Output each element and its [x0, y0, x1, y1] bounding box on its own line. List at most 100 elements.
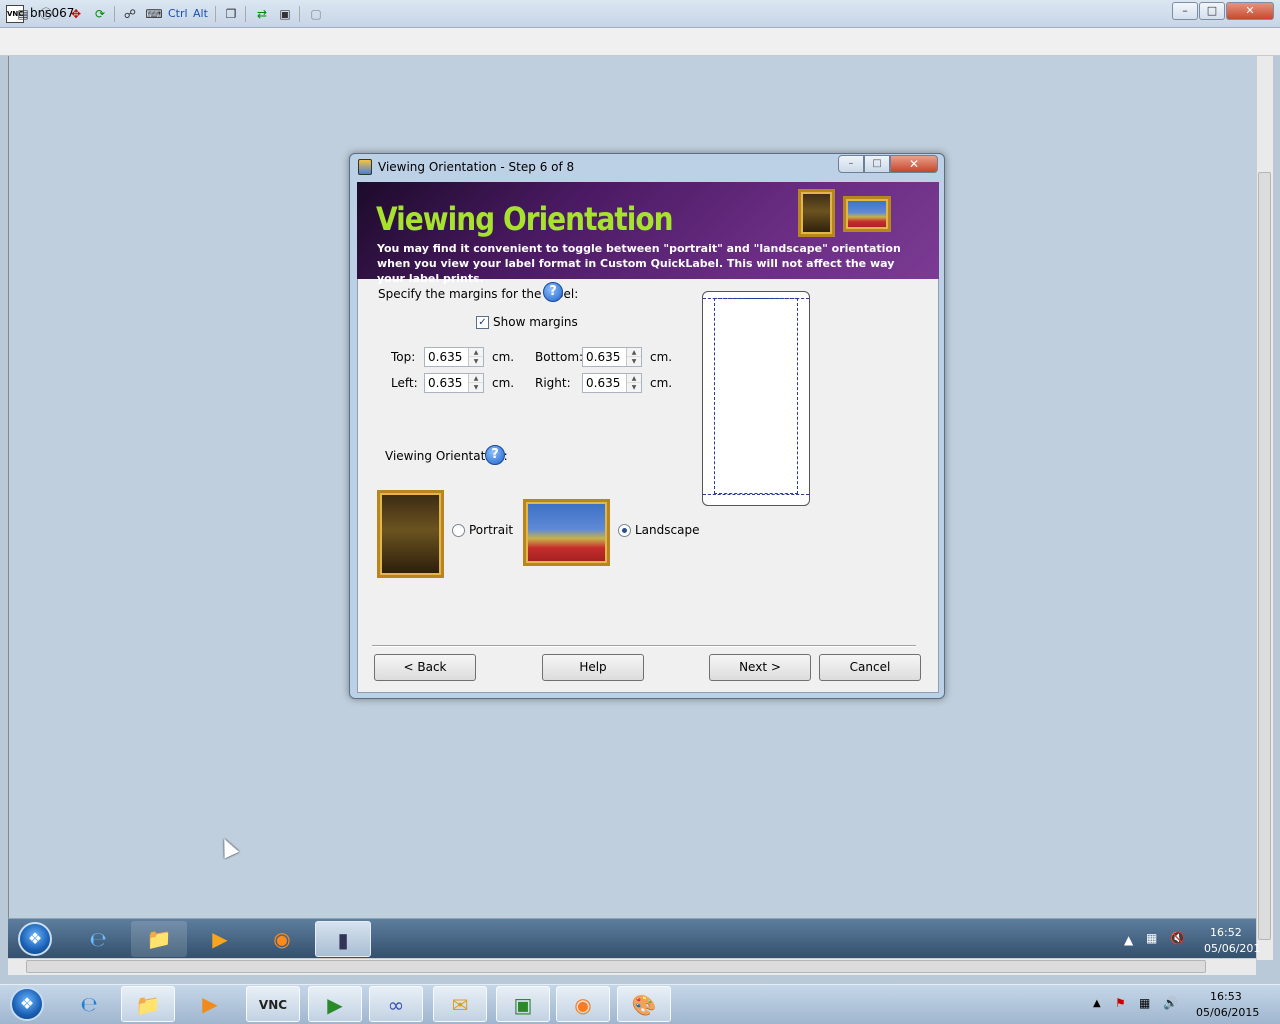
label-preview-top-margin-line — [703, 298, 809, 299]
firefox-icon[interactable]: ◉ — [556, 986, 610, 1022]
local-start-button[interactable]: ❖ — [10, 987, 44, 1021]
quicklabel-app-icon — [358, 159, 372, 175]
quicklabel-taskbar-icon[interactable]: ▮ — [315, 921, 371, 957]
paint-icon[interactable]: 🎨 — [617, 986, 671, 1022]
left-margin-spinner[interactable]: ▲ ▼ — [468, 374, 483, 392]
right-margin-label: Right: — [535, 376, 571, 390]
vnc-toolbar — [0, 28, 1280, 56]
bottom-margin-input[interactable]: 0.635 ▲ ▼ — [582, 347, 642, 367]
spin-down-icon[interactable]: ▼ — [469, 357, 483, 366]
tray-expand-icon[interactable]: ▲ — [1124, 933, 1133, 947]
remote-clock-date[interactable]: 05/06/201 — [1204, 942, 1260, 955]
bottom-margin-unit: cm. — [650, 350, 673, 364]
local-network-icon[interactable]: ▦ — [1139, 996, 1150, 1010]
remote-start-button[interactable]: ❖ — [18, 922, 52, 956]
dialog-title: Viewing Orientation - Step 6 of 8 — [378, 160, 575, 174]
volume-muted-icon[interactable]: 🔇 — [1170, 931, 1185, 945]
dialog-close-button[interactable]: ✕ — [890, 155, 938, 173]
alt-key-button[interactable]: Alt — [193, 7, 208, 20]
vnc-minimize-button[interactable]: – — [1172, 2, 1198, 20]
dialog-minimize-button[interactable]: – — [838, 155, 864, 173]
top-margin-value[interactable]: 0.635 — [428, 350, 462, 364]
right-margin-spinner[interactable]: ▲ ▼ — [626, 374, 641, 392]
bottom-margin-value[interactable]: 0.635 — [586, 350, 620, 364]
ctrl-key-button[interactable]: Ctrl — [168, 7, 188, 20]
landscape-label[interactable]: Landscape — [635, 523, 699, 537]
fullscreen-icon[interactable]: ✥ — [67, 5, 85, 23]
ctrl-alt-del-icon[interactable]: ☍ — [121, 5, 139, 23]
help-button[interactable]: Help — [542, 654, 644, 681]
banner-portrait-image — [798, 189, 835, 237]
top-margin-spinner[interactable]: ▲ ▼ — [468, 348, 483, 366]
back-button[interactable]: < Back — [374, 654, 476, 681]
firefox-icon[interactable]: ◉ — [254, 921, 310, 957]
remote-clock-time[interactable]: 16:52 — [1210, 926, 1242, 939]
spin-up-icon[interactable]: ▲ — [469, 374, 483, 383]
label-preview-margin-box — [714, 298, 798, 494]
horizontal-scrollbar-thumb[interactable] — [26, 960, 1206, 973]
keyboard-icon[interactable]: ⌨ — [145, 5, 163, 23]
internet-explorer-icon[interactable]: ℮ — [70, 921, 126, 957]
spin-down-icon[interactable]: ▼ — [627, 383, 641, 392]
portrait-radio[interactable] — [452, 524, 465, 537]
clipboard-icon[interactable]: ❐ — [222, 5, 240, 23]
database-app-icon[interactable]: ▶ — [308, 986, 362, 1022]
orientation-help-icon[interactable]: ? — [485, 445, 505, 465]
vnc-viewer-taskbar-icon[interactable]: VNC — [246, 986, 300, 1022]
spin-down-icon[interactable]: ▼ — [469, 383, 483, 392]
margins-help-icon[interactable]: ? — [543, 282, 563, 302]
local-clock-date[interactable]: 05/06/2015 — [1196, 1006, 1259, 1019]
internet-explorer-icon[interactable]: ℮ — [62, 986, 116, 1022]
file-explorer-icon[interactable]: 📁 — [121, 986, 175, 1022]
landscape-radio[interactable] — [618, 524, 631, 537]
local-clock-time[interactable]: 16:53 — [1210, 990, 1242, 1003]
spin-down-icon[interactable]: ▼ — [627, 357, 641, 366]
local-volume-icon[interactable]: 🔊 — [1163, 996, 1178, 1010]
spin-up-icon[interactable]: ▲ — [627, 374, 641, 383]
banner-landscape-image — [843, 196, 891, 232]
left-margin-input[interactable]: 0.635 ▲ ▼ — [424, 373, 484, 393]
left-margin-unit: cm. — [492, 376, 515, 390]
toolbar-separator — [245, 6, 246, 22]
next-button[interactable]: Next > — [709, 654, 811, 681]
spin-up-icon[interactable]: ▲ — [627, 348, 641, 357]
spin-up-icon[interactable]: ▲ — [469, 348, 483, 357]
bottom-margin-spinner[interactable]: ▲ ▼ — [626, 348, 641, 366]
window-app-icon[interactable]: ▣ — [496, 986, 550, 1022]
save-icon[interactable]: ▣ — [276, 5, 294, 23]
toolbar-separator — [114, 6, 115, 22]
bottom-margin-label: Bottom: — [535, 350, 584, 364]
file-explorer-icon[interactable]: 📁 — [131, 921, 187, 957]
button-divider — [372, 645, 916, 647]
banner-title: Viewing Orientation — [376, 200, 674, 238]
options-icon[interactable]: ▤ — [14, 5, 32, 23]
landscape-radio-selected-dot — [622, 528, 627, 533]
transfer-icon[interactable]: ⇄ — [253, 5, 271, 23]
portrait-image[interactable] — [377, 490, 444, 578]
vnc-maximize-button[interactable]: □ — [1199, 2, 1225, 20]
local-tray-flag-icon[interactable]: ⚑ — [1115, 996, 1126, 1010]
toolbar-separator — [215, 6, 216, 22]
cancel-button[interactable]: Cancel — [819, 654, 921, 681]
vertical-scrollbar-thumb[interactable] — [1258, 172, 1271, 940]
show-margins-label[interactable]: Show margins — [493, 315, 578, 329]
media-player-icon[interactable]: ▶ — [192, 921, 248, 957]
refresh-icon[interactable]: ⟳ — [91, 5, 109, 23]
info-icon[interactable]: ⓘ — [37, 5, 55, 23]
right-margin-value[interactable]: 0.635 — [586, 376, 620, 390]
infinity-app-icon[interactable]: ∞ — [369, 986, 423, 1022]
landscape-image[interactable] — [523, 499, 610, 566]
media-player-icon[interactable]: ▶ — [183, 986, 237, 1022]
top-margin-input[interactable]: 0.635 ▲ ▼ — [424, 347, 484, 367]
outlook-icon[interactable]: ✉ — [433, 986, 487, 1022]
right-margin-unit: cm. — [650, 376, 673, 390]
left-margin-value[interactable]: 0.635 — [428, 376, 462, 390]
right-margin-input[interactable]: 0.635 ▲ ▼ — [582, 373, 642, 393]
local-tray-expand-icon[interactable]: ▲ — [1093, 998, 1101, 1009]
vnc-close-button[interactable]: ✕ — [1226, 2, 1274, 20]
top-margin-label: Top: — [391, 350, 416, 364]
scale-icon[interactable]: ▢ — [307, 5, 325, 23]
show-margins-checkbox[interactable]: ✓ — [476, 316, 489, 329]
portrait-label[interactable]: Portrait — [469, 523, 513, 537]
network-icon[interactable]: ▦ — [1146, 931, 1157, 945]
